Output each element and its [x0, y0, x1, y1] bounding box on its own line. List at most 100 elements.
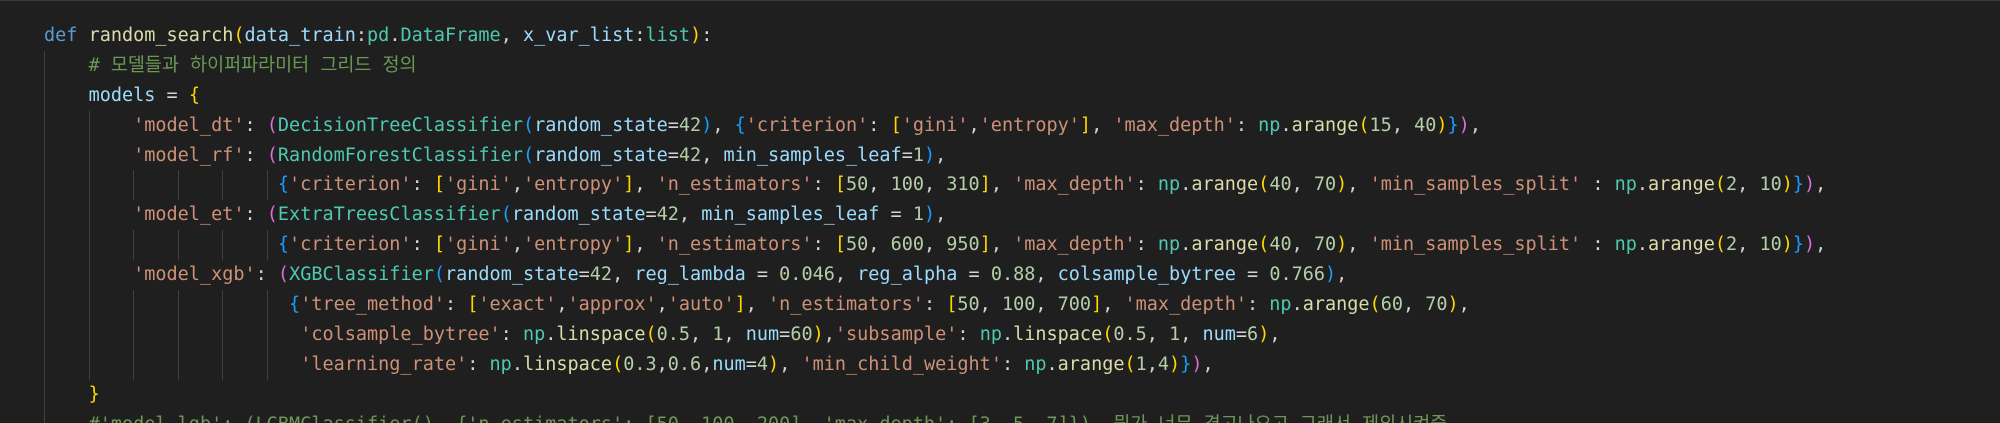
code-token: , [779, 353, 802, 375]
code-token: ) [923, 144, 936, 166]
code-area[interactable]: def random_search(data_train:pd.DataFram… [0, 21, 1826, 423]
code-token: ] [734, 294, 746, 316]
code-token: = [779, 323, 791, 345]
code-token: , [923, 234, 947, 256]
indent-guide [88, 319, 90, 350]
code-line[interactable]: #'model_lgb': (LGBMClassifier(), {'n_est… [0, 409, 1826, 423]
code-token: ( [522, 144, 535, 166]
code-token: : [500, 323, 523, 345]
code-line[interactable]: 'model_dt': (DecisionTreeClassifier(rand… [0, 110, 1826, 141]
code-line[interactable]: 'model_rf': (RandomForestClassifier(rand… [0, 140, 1826, 171]
code-token: ] [623, 234, 635, 256]
code-token: = [1235, 323, 1248, 345]
code-token: . [1291, 294, 1303, 316]
code-token: 6 [1247, 323, 1259, 345]
code-token: , [678, 204, 702, 226]
code-token: = [1235, 264, 1270, 286]
code-token: DecisionTreeClassifier [277, 114, 523, 136]
code-line[interactable]: def random_search(data_train:pd.DataFram… [0, 21, 1826, 51]
code-token: min_samples_leaf [723, 144, 902, 166]
indent-guide [44, 409, 45, 423]
code-token: : [1235, 114, 1259, 136]
code-line[interactable]: 'model_et': (ExtraTreesClassifier(random… [0, 200, 1826, 231]
code-token: 42 [589, 264, 613, 286]
code-line[interactable]: } [0, 379, 1826, 410]
code-token: { [277, 234, 290, 256]
code-editor[interactable]: def random_search(data_train:pd.DataFram… [0, 0, 2000, 423]
code-token: , [1336, 264, 1348, 286]
indent-guide [88, 230, 90, 261]
indent-guide [266, 319, 268, 350]
code-token: } [1792, 234, 1804, 256]
indent-guide [44, 170, 45, 201]
code-line[interactable]: 'learning_rate': np.linspace(0.3,0.6,num… [0, 349, 1826, 380]
code-line[interactable]: models = { [0, 80, 1826, 111]
indent-guide [44, 230, 45, 261]
code-token: list [645, 25, 691, 46]
code-token: 'entropy' [522, 174, 624, 196]
code-token: ) [1804, 174, 1816, 196]
code-token: 0.6 [667, 353, 702, 375]
indent-guide [177, 170, 179, 201]
code-token: ) [812, 323, 824, 345]
code-token: arange [1648, 174, 1715, 196]
code-token: 950 [946, 234, 980, 256]
code-token: , [1146, 323, 1170, 345]
code-token: 60 [1380, 294, 1403, 316]
code-token: arange [1191, 174, 1259, 196]
code-token: ) [1336, 174, 1348, 196]
code-token: , [1737, 234, 1760, 256]
code-token: arange [1302, 294, 1370, 316]
code-line[interactable]: # 모델들과 하이퍼파라미터 그리드 정의 [0, 50, 1826, 81]
code-token: 'model_et' [133, 204, 245, 226]
code-token: } [88, 383, 100, 405]
code-token: # 모델들과 하이퍼파라미터 그리드 정의 [88, 54, 417, 76]
indent-guide [88, 200, 90, 231]
code-line[interactable]: {'criterion': ['gini','entropy'], 'n_est… [0, 230, 1827, 261]
code-token: [ [467, 294, 479, 316]
code-token: , [1091, 114, 1114, 136]
code-token: 'n_estimators' [656, 174, 813, 196]
indent-guide [44, 379, 45, 410]
code-token: 1 [712, 323, 724, 345]
code-token: ( [1714, 234, 1727, 256]
code-token: , [823, 323, 835, 345]
code-token: 50 [846, 234, 869, 256]
code-token: , [634, 234, 657, 256]
code-token: , [712, 114, 735, 136]
code-token: 100 [1001, 294, 1036, 316]
code-token: 70 [1425, 294, 1448, 316]
code-token: ] [979, 234, 991, 256]
code-token: = [879, 204, 913, 226]
code-token: , [1269, 323, 1281, 345]
code-token: 1 [912, 144, 924, 166]
code-line[interactable]: 'model_xgb': (XGBClassifier(random_state… [0, 260, 1826, 291]
code-token: 'gini' [445, 234, 512, 256]
code-token: ) [1336, 234, 1348, 256]
indent-guide [177, 319, 179, 350]
code-line[interactable]: {'criterion': ['gini','entropy'], 'n_est… [0, 170, 1826, 201]
code-token: , [656, 294, 668, 316]
code-token: : [1247, 294, 1270, 316]
code-token: [ [433, 174, 445, 196]
code-token: colsample_bytree [1057, 264, 1236, 286]
code-token: np [522, 323, 546, 345]
code-token: . [1001, 323, 1014, 345]
code-line[interactable]: 'colsample_bytree': np.linspace(0.5, 1, … [0, 319, 1826, 350]
code-token: , [1291, 174, 1314, 196]
code-token: 40 [1414, 114, 1437, 136]
code-token: , [1815, 234, 1827, 256]
code-token: #'model_lgb': (LGBMClassifier(), {'n_est… [89, 414, 1448, 423]
code-token: : [701, 25, 713, 46]
code-token: 1 [1169, 323, 1181, 345]
code-token: np [1614, 234, 1637, 256]
indent-guide [44, 80, 45, 111]
code-token: 'gini' [901, 114, 969, 136]
code-token: random_state [511, 204, 646, 226]
code-token: 50 [846, 174, 869, 196]
code-token: ) [768, 353, 780, 375]
code-line[interactable]: {'tree_method': ['exact','approx','auto'… [0, 290, 1826, 320]
